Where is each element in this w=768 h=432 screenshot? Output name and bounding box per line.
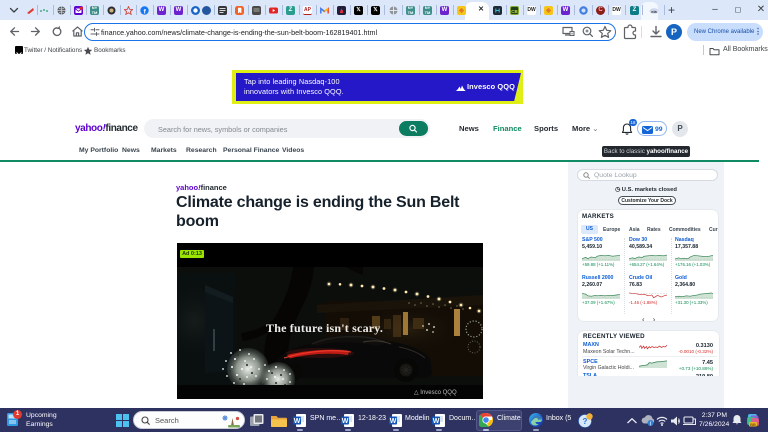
svg-text:W: W xyxy=(342,418,349,425)
svg-text:W: W xyxy=(390,418,397,425)
svg-text:i: i xyxy=(650,421,651,426)
svg-text:W: W xyxy=(433,418,440,425)
svg-text:BB: BB xyxy=(750,422,756,427)
svg-text:?: ? xyxy=(583,417,588,426)
svg-text:eia: eia xyxy=(651,8,657,13)
svg-text:W: W xyxy=(294,418,301,425)
